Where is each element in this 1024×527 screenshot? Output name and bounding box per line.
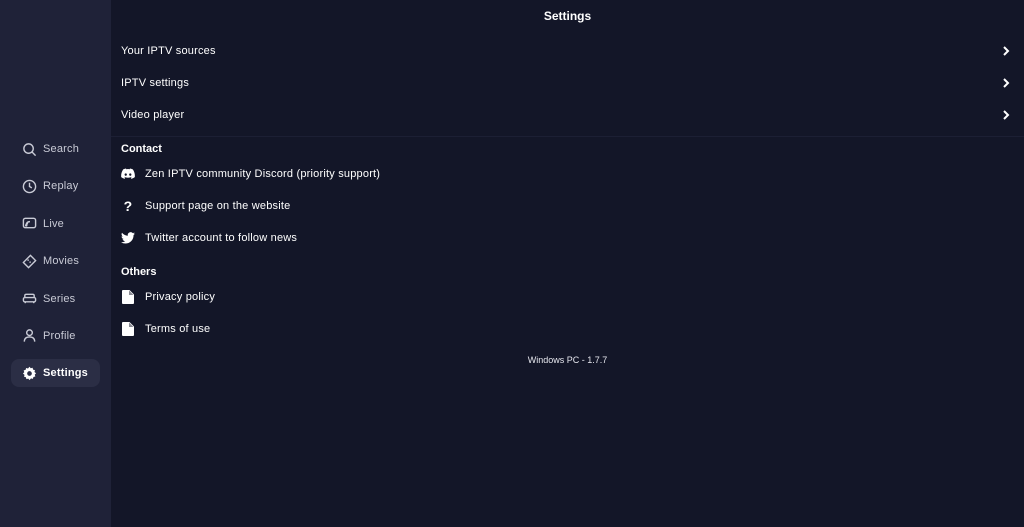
sidebar-item-label: Profile: [43, 329, 76, 342]
chevron-right-icon: [1003, 110, 1010, 120]
sidebar-item-search[interactable]: Search: [11, 135, 100, 163]
sidebar-item-profile[interactable]: Profile: [11, 322, 100, 350]
row-label: IPTV settings: [121, 77, 190, 89]
contact-section-title: Contact: [121, 143, 162, 155]
sidebar-item-settings[interactable]: Settings: [11, 359, 100, 388]
chevron-right-icon: [1003, 46, 1010, 56]
link-label: Terms of use: [145, 323, 211, 335]
divider: [111, 136, 1024, 137]
row-label: Your IPTV sources: [121, 45, 216, 57]
user-icon: [21, 328, 37, 344]
sidebar-item-label: Movies: [43, 255, 80, 268]
page-title: Settings: [543, 9, 592, 23]
gear-icon: [21, 365, 37, 381]
link-label: Support page on the website: [145, 200, 291, 212]
couch-icon: [21, 291, 37, 307]
sidebar-item-label: Series: [43, 292, 76, 305]
question-icon: ?: [123, 198, 133, 214]
sidebar-item-live[interactable]: Live: [11, 210, 100, 238]
sidebar-item-label: Replay: [43, 180, 79, 193]
others-section-title: Others: [121, 266, 157, 278]
sidebar-item-label: Settings: [43, 367, 88, 380]
sidebar-nav: Search Replay Live Movies Series Profile…: [11, 135, 100, 397]
tv-icon: [21, 216, 37, 232]
chevron-right-icon: [1003, 78, 1010, 88]
sidebar-item-label: Search: [43, 143, 80, 155]
contact-link-twitter[interactable]: Twitter account to follow news: [121, 224, 297, 252]
sidebar: Search Replay Live Movies Series Profile…: [0, 0, 111, 527]
link-label: Privacy policy: [145, 291, 216, 303]
link-label: Twitter account to follow news: [145, 232, 298, 244]
version-label: Windows PC - 1.7.7: [527, 355, 608, 365]
contact-link-support[interactable]: ? Support page on the website: [121, 192, 291, 220]
app-window: Search Replay Live Movies Series Profile…: [0, 0, 1024, 527]
contact-link-discord[interactable]: Zen IPTV community Discord (priority sup…: [121, 160, 380, 188]
document-icon: [121, 322, 135, 336]
sidebar-item-label: Live: [43, 217, 64, 230]
discord-icon: [121, 167, 135, 181]
search-icon: [21, 141, 37, 157]
sidebar-item-replay[interactable]: Replay: [11, 172, 100, 200]
settings-row-iptv-sources[interactable]: Your IPTV sources: [121, 36, 1014, 66]
settings-row-iptv-settings[interactable]: IPTV settings: [121, 68, 1014, 98]
others-link-terms-of-use[interactable]: Terms of use: [121, 315, 210, 343]
sidebar-item-series[interactable]: Series: [11, 285, 100, 313]
document-icon: [121, 290, 135, 304]
link-label: Zen IPTV community Discord (priority sup…: [145, 168, 381, 180]
ticket-icon: [21, 253, 37, 269]
others-link-privacy-policy[interactable]: Privacy policy: [121, 283, 215, 311]
clock-icon: [21, 178, 37, 194]
settings-row-video-player[interactable]: Video player: [121, 100, 1014, 130]
row-label: Video player: [121, 109, 185, 121]
main-content: Settings Your IPTV sources IPTV settings…: [111, 0, 1024, 527]
sidebar-item-movies[interactable]: Movies: [11, 247, 100, 275]
twitter-icon: [121, 231, 135, 245]
